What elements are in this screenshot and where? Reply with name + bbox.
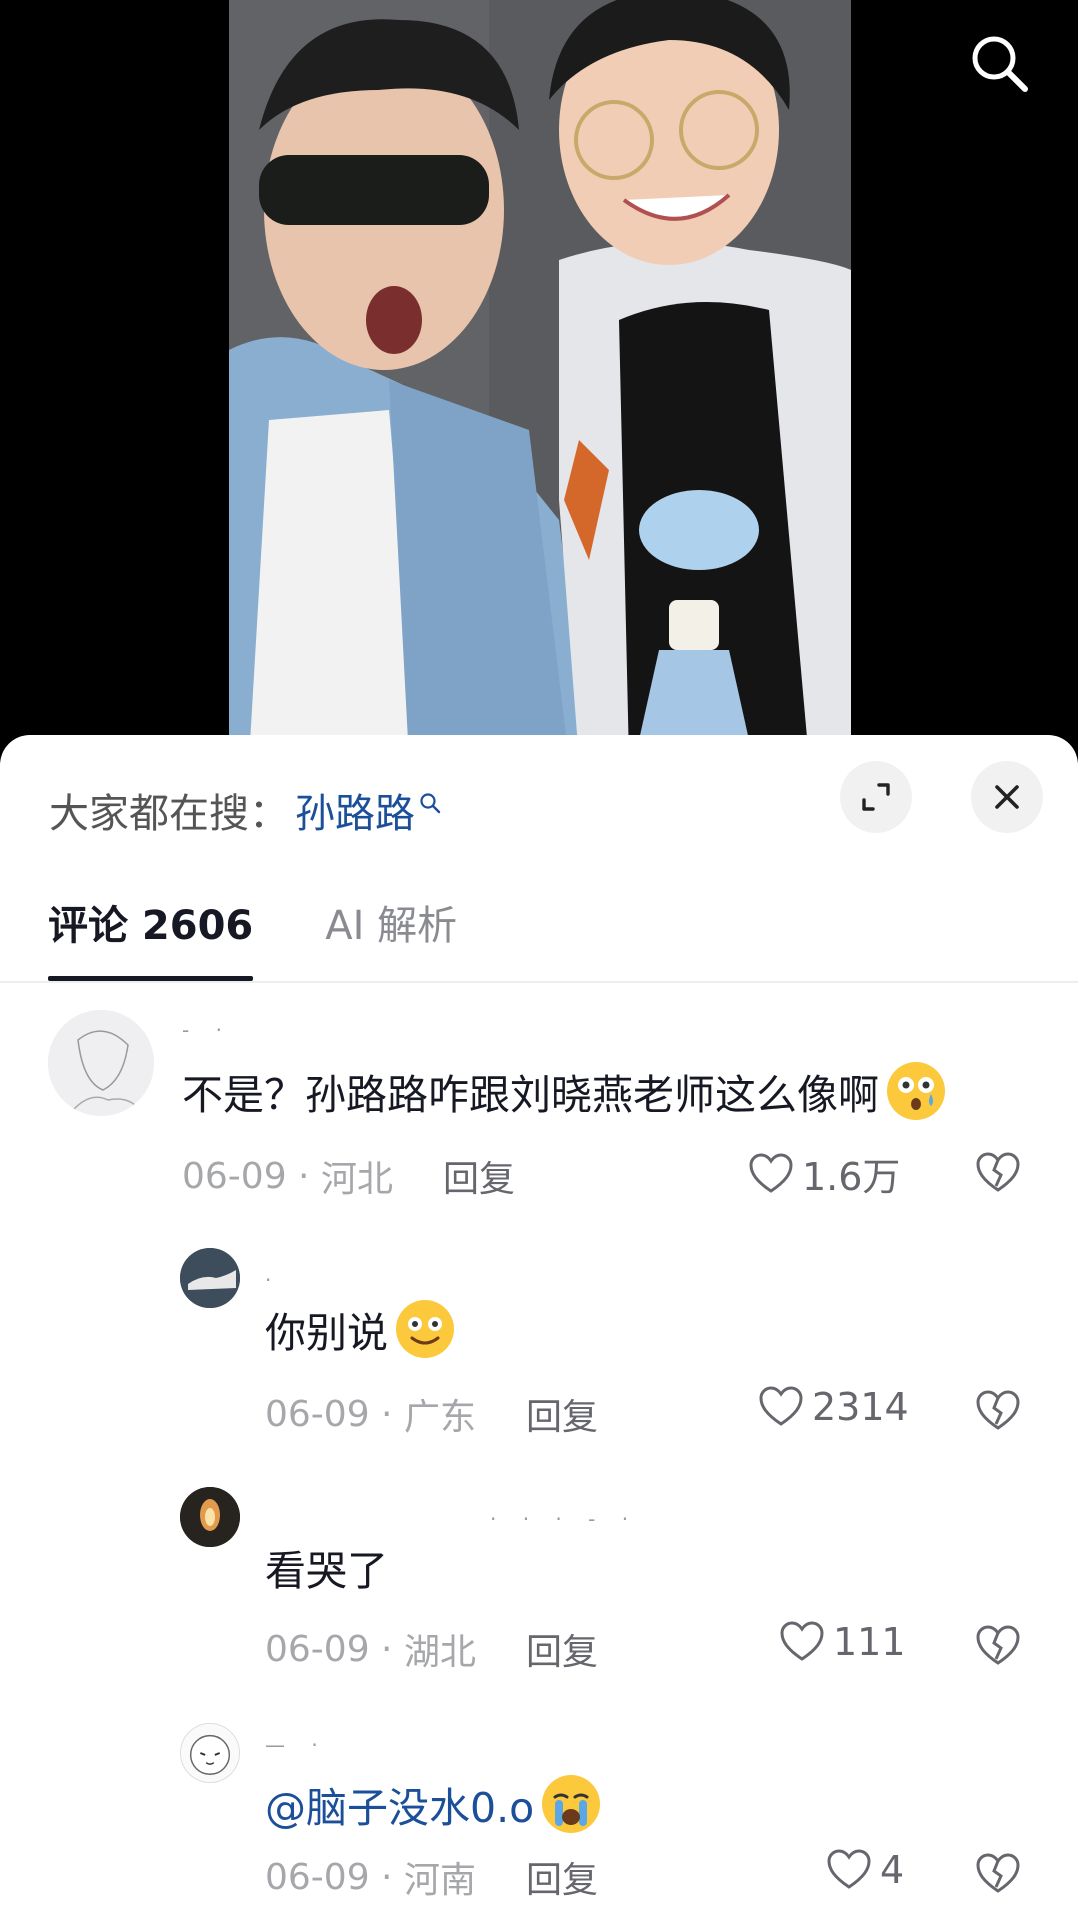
comment-meta: 06-09 · 河北 回复 — [182, 1150, 515, 1202]
comment-text: 看哭了 — [265, 1537, 388, 1597]
broken-heart-icon — [976, 1390, 1020, 1430]
dislike-button[interactable] — [975, 1851, 1021, 1901]
hot-search-term[interactable]: 孙路路 — [295, 781, 415, 839]
tab-comments-label: 评论 2606 — [48, 903, 254, 949]
like-count: 4 — [880, 1848, 905, 1892]
meta-separator: · — [369, 1856, 404, 1898]
comment-text-content: 不是？孙路路咋跟刘晓燕老师这么像啊 — [182, 1071, 879, 1119]
expand-button[interactable] — [840, 761, 912, 833]
like-count: 2314 — [812, 1385, 909, 1429]
dislike-button[interactable] — [975, 1150, 1021, 1200]
username-redacted: — · — [265, 1733, 328, 1757]
tab-ai-analysis-label: AI 解析 — [325, 903, 458, 949]
avatar-image — [180, 1487, 240, 1547]
broken-heart-icon — [976, 1625, 1020, 1665]
reply-button[interactable]: 回复 — [526, 1851, 598, 1903]
heart-icon — [780, 1621, 824, 1661]
comment-date: 06-09 — [182, 1155, 287, 1197]
comment-text-content: 你别说 — [265, 1309, 388, 1357]
search-button[interactable] — [964, 28, 1034, 98]
comment-text: 不是？孙路路咋跟刘晓燕老师这么像啊 — [182, 1060, 947, 1122]
username-redacted: · — [265, 1268, 282, 1292]
avatar[interactable] — [180, 1487, 240, 1547]
tabs-divider — [0, 981, 1078, 983]
broken-heart-icon — [976, 1152, 1020, 1192]
avatar-image — [48, 1010, 154, 1116]
comment-location: 湖北 — [403, 1632, 476, 1673]
search-icon — [972, 36, 1028, 92]
comment-date: 06-09 — [265, 1856, 370, 1898]
dislike-button[interactable] — [975, 1388, 1021, 1438]
like-button[interactable]: 111 — [779, 1619, 906, 1665]
avatar[interactable] — [180, 1723, 240, 1783]
comment-location: 广东 — [403, 1397, 476, 1438]
smile-emoji — [396, 1300, 454, 1358]
close-button[interactable] — [971, 761, 1043, 833]
comment-meta: 06-09 · 湖北 回复 — [265, 1623, 598, 1675]
comment-meta: 06-09 · 广东 回复 — [265, 1388, 598, 1440]
hot-search-label: 大家都在搜： — [49, 791, 289, 837]
tab-comments[interactable]: 评论 2606 — [48, 893, 254, 981]
comment-text-content: 看哭了 — [265, 1547, 388, 1595]
tab-ai-analysis[interactable]: AI 解析 — [325, 893, 457, 981]
comment-date: 06-09 — [265, 1628, 370, 1670]
app-screen: 大家都在搜： 孙路路 评论 2606 AI 解析 - · 不是？孙路路咋跟刘晓燕… — [0, 0, 1078, 1918]
like-button[interactable]: 4 — [826, 1847, 904, 1893]
like-button[interactable]: 2314 — [758, 1384, 909, 1430]
comment-location: 河南 — [403, 1860, 476, 1901]
username-redacted: - · — [182, 1018, 232, 1042]
meta-separator: · — [369, 1628, 404, 1670]
avatar[interactable] — [180, 1248, 240, 1308]
like-button[interactable]: 1.6万 — [748, 1146, 900, 1201]
like-count: 111 — [833, 1620, 906, 1664]
avatar-image — [180, 1248, 240, 1308]
reply-button[interactable]: 回复 — [443, 1150, 515, 1202]
comment-date: 06-09 — [265, 1393, 370, 1435]
crying-emoji — [542, 1775, 601, 1833]
username-redacted: · · · - · — [490, 1507, 639, 1531]
heart-icon — [749, 1152, 793, 1193]
broken-heart-icon — [976, 1853, 1020, 1893]
like-count: 1.6万 — [802, 1155, 901, 1199]
comment-location: 河北 — [320, 1159, 393, 1200]
avatar-image — [181, 1724, 239, 1782]
comment-text: 你别说 — [265, 1298, 456, 1360]
reply-button[interactable]: 回复 — [526, 1388, 598, 1440]
comment-panel: 大家都在搜： 孙路路 评论 2606 AI 解析 - · 不是？孙路路咋跟刘晓燕… — [0, 735, 1078, 1918]
expand-icon — [862, 783, 890, 811]
video-player[interactable] — [229, 0, 851, 760]
comment-text: @脑子没水0.o — [265, 1773, 602, 1835]
comment-meta: 06-09 · 河南 回复 — [265, 1851, 598, 1903]
avatar[interactable] — [48, 1010, 154, 1116]
astonished-tear-emoji — [887, 1062, 945, 1120]
dislike-button[interactable] — [975, 1623, 1021, 1673]
heart-icon — [827, 1849, 871, 1889]
heart-icon — [759, 1386, 803, 1426]
meta-separator: · — [369, 1393, 404, 1435]
reply-button[interactable]: 回复 — [526, 1623, 598, 1675]
close-icon — [995, 785, 1019, 809]
hot-search-bar[interactable]: 大家都在搜： 孙路路 — [49, 765, 441, 855]
meta-separator: · — [286, 1155, 321, 1197]
comment-tabs: 评论 2606 AI 解析 — [48, 885, 529, 981]
small-search-icon — [420, 793, 441, 814]
video-frame-illustration — [229, 0, 851, 760]
mention-link[interactable]: @脑子没水0.o — [265, 1774, 534, 1834]
